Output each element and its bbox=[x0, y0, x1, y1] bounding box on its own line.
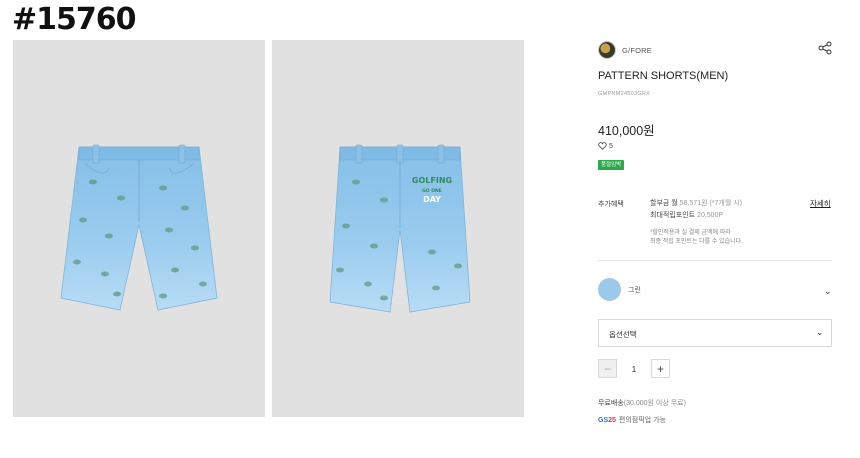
divider bbox=[598, 260, 832, 261]
quantity-minus-button[interactable]: − bbox=[598, 359, 617, 378]
product-sku: GMPNM24503GRX bbox=[598, 91, 651, 97]
patch-text-1: GOLFING bbox=[412, 176, 452, 185]
share-icon[interactable] bbox=[818, 41, 832, 55]
quantity-stepper: − 1 + bbox=[598, 359, 670, 378]
installment-label: 할부금 월 bbox=[650, 200, 678, 207]
quantity-plus-button[interactable]: + bbox=[651, 359, 670, 378]
gs25-logo-icon: GS25 bbox=[598, 416, 616, 424]
pickup-text: 편의점픽업 가능 bbox=[618, 417, 666, 424]
points-note-line-1: *할인적용과 실 결제 금액에 따라 bbox=[650, 230, 731, 236]
chevron-down-icon: ⌄ bbox=[816, 327, 824, 337]
points-info: 최대적립포인트 20,500P bbox=[650, 210, 723, 220]
shorts-front-illustration bbox=[60, 144, 218, 311]
points-amount: 20,500P bbox=[697, 212, 724, 219]
points-note-line-2: 최종 적립 포인트는 다를 수 있습니다. bbox=[650, 239, 743, 245]
quantity-value[interactable]: 1 bbox=[617, 364, 651, 374]
shipping-detail: (30,000원 이상 무료) bbox=[623, 400, 686, 407]
brand-logo-icon bbox=[598, 41, 616, 59]
benefits-label: 추가혜택 bbox=[598, 201, 624, 208]
product-image-front[interactable] bbox=[13, 40, 265, 417]
product-image-back[interactable]: GOLFING GO ONE DAY bbox=[272, 40, 524, 417]
color-swatch[interactable] bbox=[598, 278, 621, 301]
points-label: 최대적립포인트 bbox=[650, 212, 696, 219]
shorts-back-illustration: GOLFING GO ONE DAY bbox=[329, 144, 471, 313]
product-title: PATTERN SHORTS(MEN) bbox=[598, 70, 729, 82]
color-option-toggle[interactable]: 그린 ⌄ bbox=[598, 278, 834, 302]
like-button[interactable]: 5 bbox=[598, 142, 613, 150]
product-price: 410,000원 bbox=[598, 124, 655, 138]
patch-text-2: GO ONE bbox=[422, 188, 442, 194]
pickup-info: GS25 편의점픽업 가능 bbox=[598, 415, 666, 425]
brand-link[interactable]: G/FORE bbox=[598, 40, 652, 60]
option-select-label: 옵션선택 bbox=[609, 330, 637, 339]
installment-amount: 58,571원 (*7개월 시) bbox=[679, 200, 743, 207]
chevron-down-icon: ⌄ bbox=[824, 286, 832, 296]
option-select-dropdown[interactable]: 옵션선택 ⌄ bbox=[598, 319, 832, 347]
installment-info: 할부금 월 58,571원 (*7개월 시) bbox=[650, 198, 742, 208]
like-count: 5 bbox=[609, 142, 613, 150]
brand-name: G/FORE bbox=[622, 45, 652, 55]
patch-text-3: DAY bbox=[423, 195, 441, 204]
shipping-main: 무료배송 bbox=[598, 400, 624, 407]
shipping-info: 무료배송(30,000원 이상 무료) bbox=[598, 398, 686, 408]
post-number-tag: #15760 bbox=[12, 2, 137, 37]
color-name: 그린 bbox=[628, 287, 641, 294]
heart-icon bbox=[598, 142, 607, 150]
benefits-detail-link[interactable]: 자세히 bbox=[810, 198, 831, 209]
status-badge: 품절임박 bbox=[598, 160, 625, 170]
